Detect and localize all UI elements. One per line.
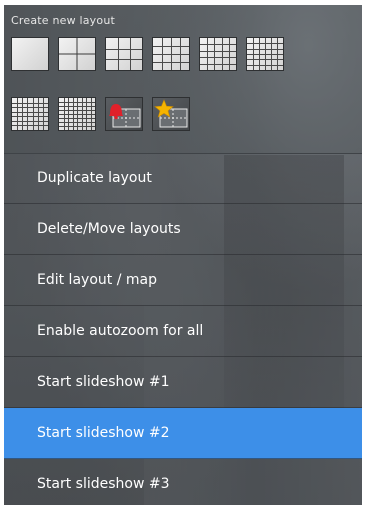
layout-5x5-button[interactable]	[199, 37, 237, 71]
layout-6x6-button[interactable]	[246, 37, 284, 71]
start-slideshow-3-item[interactable]: Start slideshow #3	[4, 459, 362, 505]
layout-8x8-button[interactable]	[58, 97, 96, 131]
alarm-layout-icon	[109, 104, 141, 128]
layout-6x6-icon	[247, 38, 283, 70]
layout-2x2-icon	[59, 38, 95, 70]
layout-1x1-button[interactable]	[11, 37, 49, 71]
layout-3x3-button[interactable]	[105, 37, 143, 71]
layout-4x4-icon	[153, 38, 189, 70]
layout-8x8-icon	[59, 98, 95, 130]
layout-5x5-icon	[200, 38, 236, 70]
layout-7x7-button[interactable]	[11, 97, 49, 131]
create-layout-label: Create new layout	[11, 14, 116, 27]
start-slideshow-2-item[interactable]: Start slideshow #2	[4, 408, 362, 459]
layout-actions-menu: Duplicate layout Delete/Move layouts Edi…	[4, 153, 362, 505]
alarm-layout-button[interactable]	[105, 97, 143, 131]
create-layout-section: Create new layout	[4, 5, 362, 154]
layout-3x3-icon	[106, 38, 142, 70]
layout-menu-panel: Create new layout Duplicate layout Delet…	[4, 5, 362, 505]
layout-1x1-icon	[12, 38, 48, 70]
duplicate-layout-item[interactable]: Duplicate layout	[4, 153, 362, 204]
favorite-layout-icon	[154, 99, 188, 128]
enable-autozoom-item[interactable]: Enable autozoom for all	[4, 306, 362, 357]
edit-layout-map-item[interactable]: Edit layout / map	[4, 255, 362, 306]
layout-2x2-button[interactable]	[58, 37, 96, 71]
delete-move-layouts-item[interactable]: Delete/Move layouts	[4, 204, 362, 255]
layout-7x7-icon	[12, 98, 48, 130]
start-slideshow-1-item[interactable]: Start slideshow #1	[4, 357, 362, 408]
layout-4x4-button[interactable]	[152, 37, 190, 71]
favorite-layout-button[interactable]	[152, 97, 190, 131]
